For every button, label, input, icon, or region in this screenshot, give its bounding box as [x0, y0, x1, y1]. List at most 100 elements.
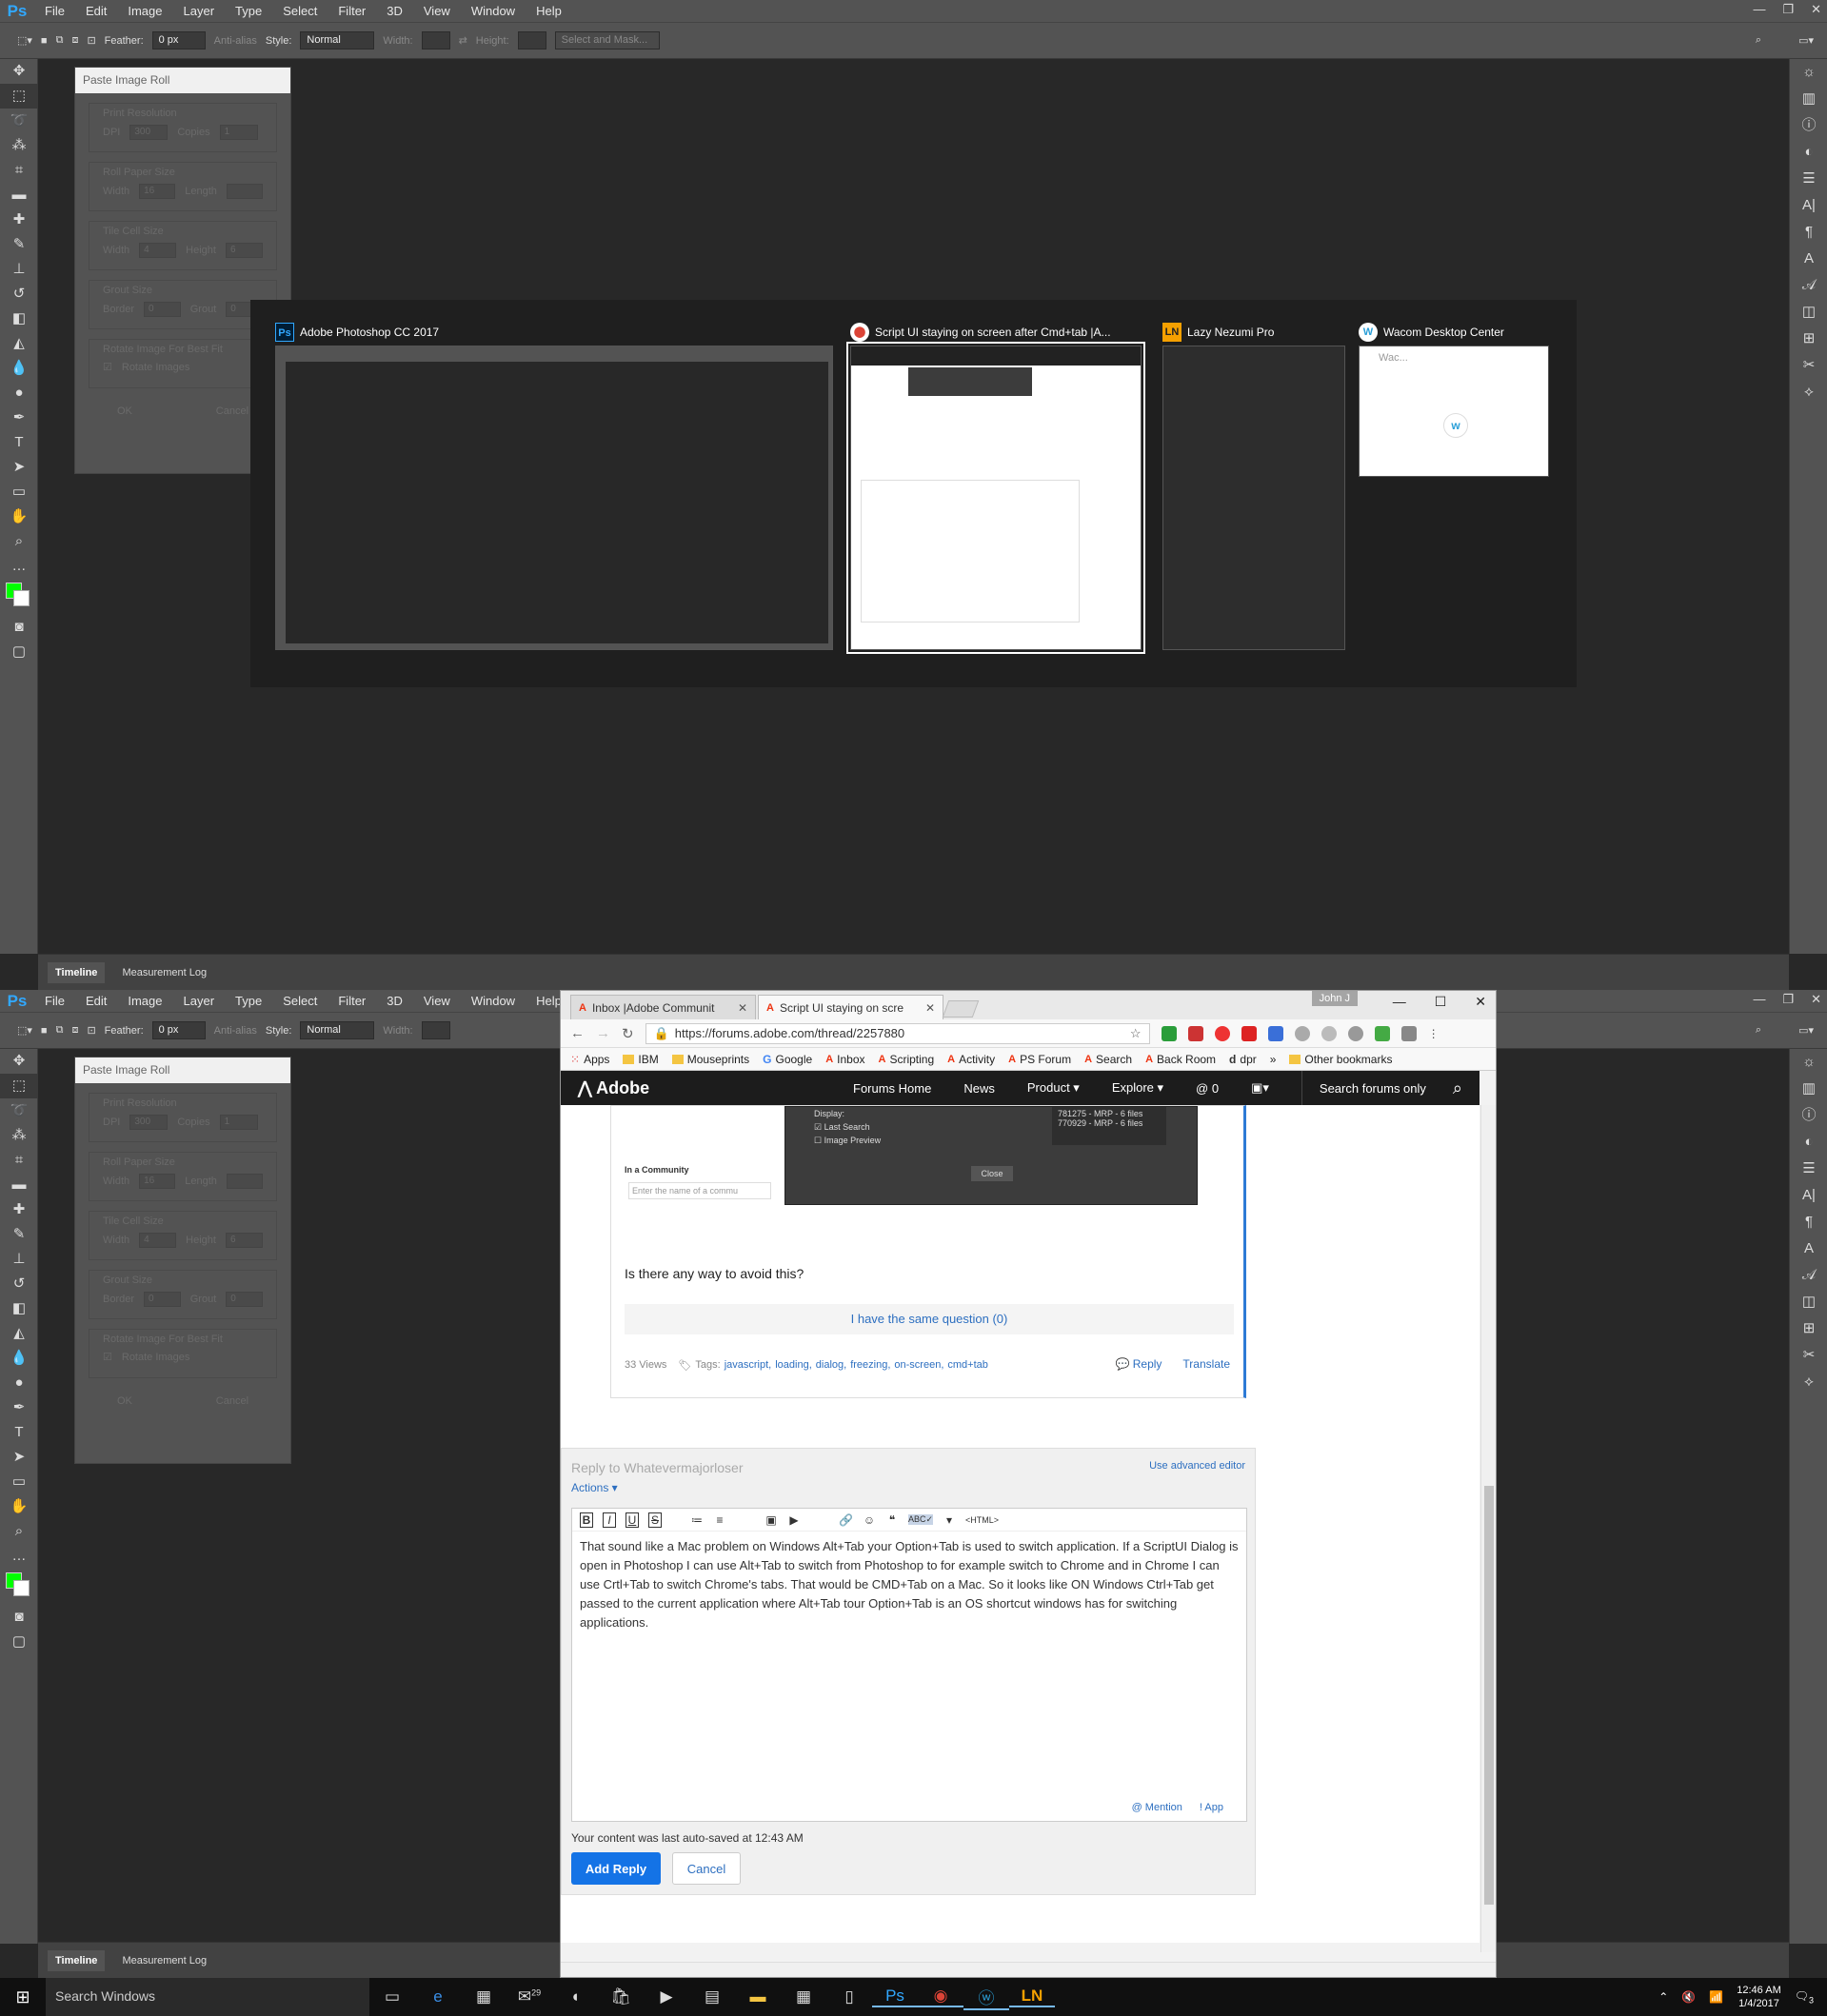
- minimize-icon[interactable]: —: [1393, 994, 1406, 1010]
- move-tool-icon[interactable]: ✥: [0, 59, 38, 84]
- intersect-selection-icon[interactable]: ⊡: [87, 1024, 95, 1037]
- crop-tool-icon[interactable]: ⌗: [0, 1148, 38, 1173]
- hand-tool-icon[interactable]: ✋: [0, 1494, 38, 1519]
- bold-button[interactable]: B: [580, 1512, 593, 1528]
- eraser-tool-icon[interactable]: ◧: [0, 306, 38, 331]
- properties-icon[interactable]: ☰: [1790, 1156, 1827, 1182]
- search-icon[interactable]: ⌕: [1453, 1078, 1462, 1098]
- grout-input[interactable]: 0: [226, 1292, 263, 1307]
- marquee-tool-icon[interactable]: ⬚: [0, 84, 38, 109]
- extension-icon[interactable]: [1347, 1025, 1363, 1041]
- type-tool-icon[interactable]: T: [0, 1420, 38, 1445]
- color-swatches[interactable]: [0, 1569, 37, 1605]
- terminal-icon[interactable]: ▤: [689, 1987, 735, 2006]
- style-select[interactable]: Normal: [300, 1021, 375, 1039]
- menu-select[interactable]: Select: [272, 4, 328, 18]
- lasso-tool-icon[interactable]: ➰: [0, 109, 38, 133]
- bookmark-dpr[interactable]: d dpr: [1229, 1053, 1257, 1066]
- paragraph-icon[interactable]: ¶: [1790, 1209, 1827, 1235]
- ruler-tool-icon[interactable]: ▬: [0, 183, 38, 208]
- reply-editor[interactable]: B I U S ≔ ≡ ▣ ▶ 🔗 ☺ ❝ ABC✓ ▾ <HTML> That…: [571, 1508, 1247, 1822]
- brush-tool-icon[interactable]: ✎: [0, 232, 38, 257]
- new-selection-icon[interactable]: ■: [41, 1025, 48, 1037]
- type-tool-icon[interactable]: T: [0, 430, 38, 455]
- pen-tool-icon[interactable]: ✒: [0, 1395, 38, 1420]
- workspace-icon[interactable]: ▭▾: [1798, 1024, 1814, 1037]
- close-icon[interactable]: ✕: [1811, 992, 1821, 1007]
- media-icon[interactable]: ▶: [644, 1987, 689, 2006]
- bookmark-mouseprints[interactable]: Mouseprints: [671, 1053, 749, 1066]
- tools-icon[interactable]: ✂: [1790, 352, 1827, 379]
- blur-tool-icon[interactable]: 💧: [0, 356, 38, 381]
- close-tab-icon[interactable]: ✕: [738, 1001, 747, 1015]
- info-icon[interactable]: ⓘ: [1790, 112, 1827, 139]
- ok-button[interactable]: OK: [117, 405, 132, 417]
- border-input[interactable]: 0: [144, 302, 181, 317]
- restore-icon[interactable]: ❐: [1782, 2, 1794, 17]
- windows-start-icon[interactable]: ⊞: [0, 1987, 46, 2007]
- close-icon[interactable]: ✕: [1475, 994, 1486, 1010]
- reload-icon[interactable]: ↻: [622, 1025, 634, 1042]
- menu-edit[interactable]: Edit: [75, 994, 117, 1008]
- width-input[interactable]: [421, 31, 450, 49]
- rotate-checkbox[interactable]: ☑: [103, 1351, 112, 1363]
- brightness-icon[interactable]: ☼: [1790, 59, 1827, 86]
- subtract-selection-icon[interactable]: ⧈: [71, 34, 78, 47]
- horizontal-scrollbar[interactable]: [561, 1962, 1496, 1977]
- screen-mode-icon[interactable]: ▢: [0, 1630, 38, 1654]
- link-button[interactable]: 🔗: [839, 1513, 853, 1527]
- tag-link[interactable]: dialog,: [816, 1359, 846, 1372]
- close-tab-icon[interactable]: ✕: [925, 1001, 935, 1015]
- path-select-icon[interactable]: ➤: [0, 1445, 38, 1470]
- explorer-icon[interactable]: ▦: [461, 1987, 506, 2006]
- menu-select[interactable]: Select: [272, 994, 328, 1008]
- bookmark-star-icon[interactable]: ☆: [1130, 1026, 1142, 1041]
- network-icon[interactable]: 📶: [1709, 1990, 1723, 2004]
- extension-icon[interactable]: [1374, 1025, 1390, 1041]
- tag-link[interactable]: cmd+tab: [947, 1359, 988, 1372]
- more-tools-icon[interactable]: …: [0, 1544, 38, 1569]
- close-icon[interactable]: ✕: [1811, 2, 1821, 17]
- add-selection-icon[interactable]: ⧉: [56, 1024, 64, 1037]
- menu-file[interactable]: File: [34, 994, 75, 1008]
- menu-view[interactable]: View: [413, 4, 461, 18]
- tag-link[interactable]: javascript,: [725, 1359, 772, 1372]
- spellcheck-menu-button[interactable]: ▾: [943, 1513, 956, 1527]
- bullet-list-button[interactable]: ≔: [690, 1513, 704, 1527]
- tab-script-ui[interactable]: A Script UI staying on scre ✕: [758, 995, 943, 1019]
- height-input[interactable]: [517, 31, 546, 49]
- html-button[interactable]: <HTML>: [965, 1515, 999, 1525]
- extension-icon[interactable]: [1321, 1025, 1337, 1041]
- pen-tool-icon[interactable]: ✒: [0, 405, 38, 430]
- properties-icon[interactable]: ☰: [1790, 166, 1827, 192]
- mail-icon[interactable]: ✉29: [506, 1987, 552, 2006]
- menu-layer[interactable]: Layer: [173, 4, 226, 18]
- switcher-item-photoshop[interactable]: Ps Adobe Photoshop CC 2017: [275, 319, 833, 650]
- adobe-logo[interactable]: ⋀ Adobe: [561, 1078, 837, 1098]
- bookmark-apps[interactable]: ⁙ Apps: [570, 1053, 609, 1066]
- tab-timeline[interactable]: Timeline: [48, 1949, 106, 1971]
- add-selection-icon[interactable]: ⧉: [56, 34, 64, 47]
- glyphs-icon[interactable]: A: [1790, 1235, 1827, 1262]
- history-brush-icon[interactable]: ↺: [0, 1272, 38, 1296]
- hand-tool-icon[interactable]: ✋: [0, 504, 38, 529]
- ruler-tool-icon[interactable]: ▬: [0, 1173, 38, 1197]
- menu-filter[interactable]: Filter: [328, 4, 376, 18]
- menu-window[interactable]: Window: [461, 994, 526, 1008]
- nav-explore[interactable]: Explore ▾: [1096, 1080, 1180, 1096]
- actions-dropdown[interactable]: Actions ▾: [562, 1481, 1255, 1494]
- bookmark-inbox[interactable]: A Inbox: [825, 1053, 864, 1066]
- glyphs-icon[interactable]: A: [1790, 246, 1827, 272]
- nav-news[interactable]: News: [947, 1081, 1011, 1096]
- adjustments-icon[interactable]: ⊞: [1790, 1315, 1827, 1342]
- bookmark-scripting[interactable]: A Scripting: [879, 1053, 935, 1066]
- strikethrough-button[interactable]: S: [648, 1512, 662, 1528]
- tools-icon[interactable]: ✂: [1790, 1342, 1827, 1369]
- menu-view[interactable]: View: [413, 994, 461, 1008]
- switcher-item-wacom[interactable]: W Wacom Desktop Center Wac... w: [1359, 319, 1549, 477]
- color-icon[interactable]: ◐: [1790, 139, 1827, 166]
- width-input[interactable]: 4: [139, 1233, 177, 1248]
- marquee-tool-icon[interactable]: ⬚▾: [17, 1024, 32, 1037]
- workspace-icon[interactable]: ▭▾: [1798, 34, 1814, 47]
- bookmark-ps-forum[interactable]: A PS Forum: [1008, 1053, 1071, 1066]
